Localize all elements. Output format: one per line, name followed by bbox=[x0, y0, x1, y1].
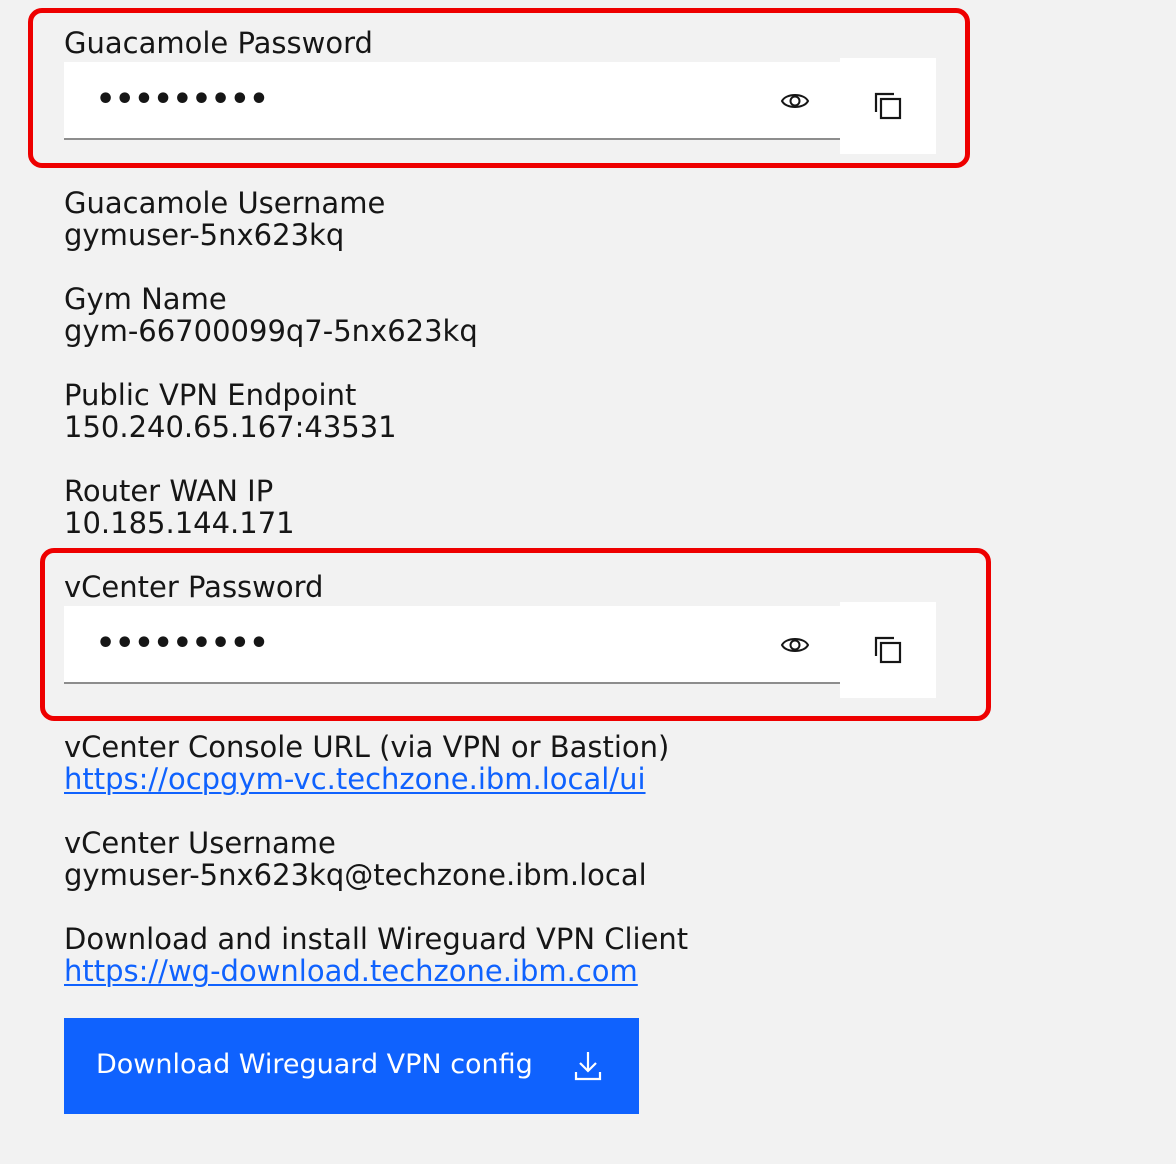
copy-icon bbox=[874, 92, 902, 120]
gym-name-label: Gym Name bbox=[64, 282, 227, 316]
vcenter-password-label: vCenter Password bbox=[64, 570, 324, 604]
vcenter-console-url-label: vCenter Console URL (via VPN or Bastion) bbox=[64, 730, 670, 764]
show-vcenter-password-button[interactable] bbox=[778, 628, 812, 662]
router-wan-ip-value: 10.185.144.171 bbox=[64, 506, 295, 540]
wireguard-client-link[interactable]: https://wg-download.techzone.ibm.com bbox=[64, 955, 638, 987]
wireguard-client-label: Download and install Wireguard VPN Clien… bbox=[64, 922, 689, 956]
download-wireguard-config-button[interactable]: Download Wireguard VPN config bbox=[64, 1018, 639, 1114]
download-button-label: Download Wireguard VPN config bbox=[96, 1049, 533, 1080]
public-vpn-endpoint-label: Public VPN Endpoint bbox=[64, 378, 357, 412]
download-icon bbox=[574, 1052, 602, 1081]
router-wan-ip-label: Router WAN IP bbox=[64, 474, 274, 508]
copy-guacamole-password-button[interactable] bbox=[840, 58, 936, 154]
vcenter-password-value: ••••••••• bbox=[96, 626, 269, 661]
eye-icon bbox=[780, 94, 810, 108]
vcenter-username-value: gymuser-5nx623kq@techzone.ibm.local bbox=[64, 858, 647, 892]
environment-details-page: Guacamole Password ••••••••• Guacamole U… bbox=[0, 0, 1176, 1164]
vcenter-console-url-link[interactable]: https://ocpgym-vc.techzone.ibm.local/ui bbox=[64, 763, 646, 795]
guacamole-password-label: Guacamole Password bbox=[64, 26, 373, 60]
copy-icon bbox=[874, 636, 902, 664]
guacamole-username-label: Guacamole Username bbox=[64, 186, 386, 220]
eye-icon bbox=[780, 638, 810, 652]
guacamole-password-field[interactable]: ••••••••• bbox=[64, 62, 840, 140]
vcenter-password-field[interactable]: ••••••••• bbox=[64, 606, 840, 684]
guacamole-password-value: ••••••••• bbox=[96, 82, 269, 117]
vcenter-username-label: vCenter Username bbox=[64, 826, 336, 860]
show-guacamole-password-button[interactable] bbox=[778, 84, 812, 118]
gym-name-value: gym-66700099q7-5nx623kq bbox=[64, 314, 478, 348]
guacamole-username-value: gymuser-5nx623kq bbox=[64, 218, 345, 252]
copy-vcenter-password-button[interactable] bbox=[840, 602, 936, 698]
public-vpn-endpoint-value: 150.240.65.167:43531 bbox=[64, 410, 397, 444]
